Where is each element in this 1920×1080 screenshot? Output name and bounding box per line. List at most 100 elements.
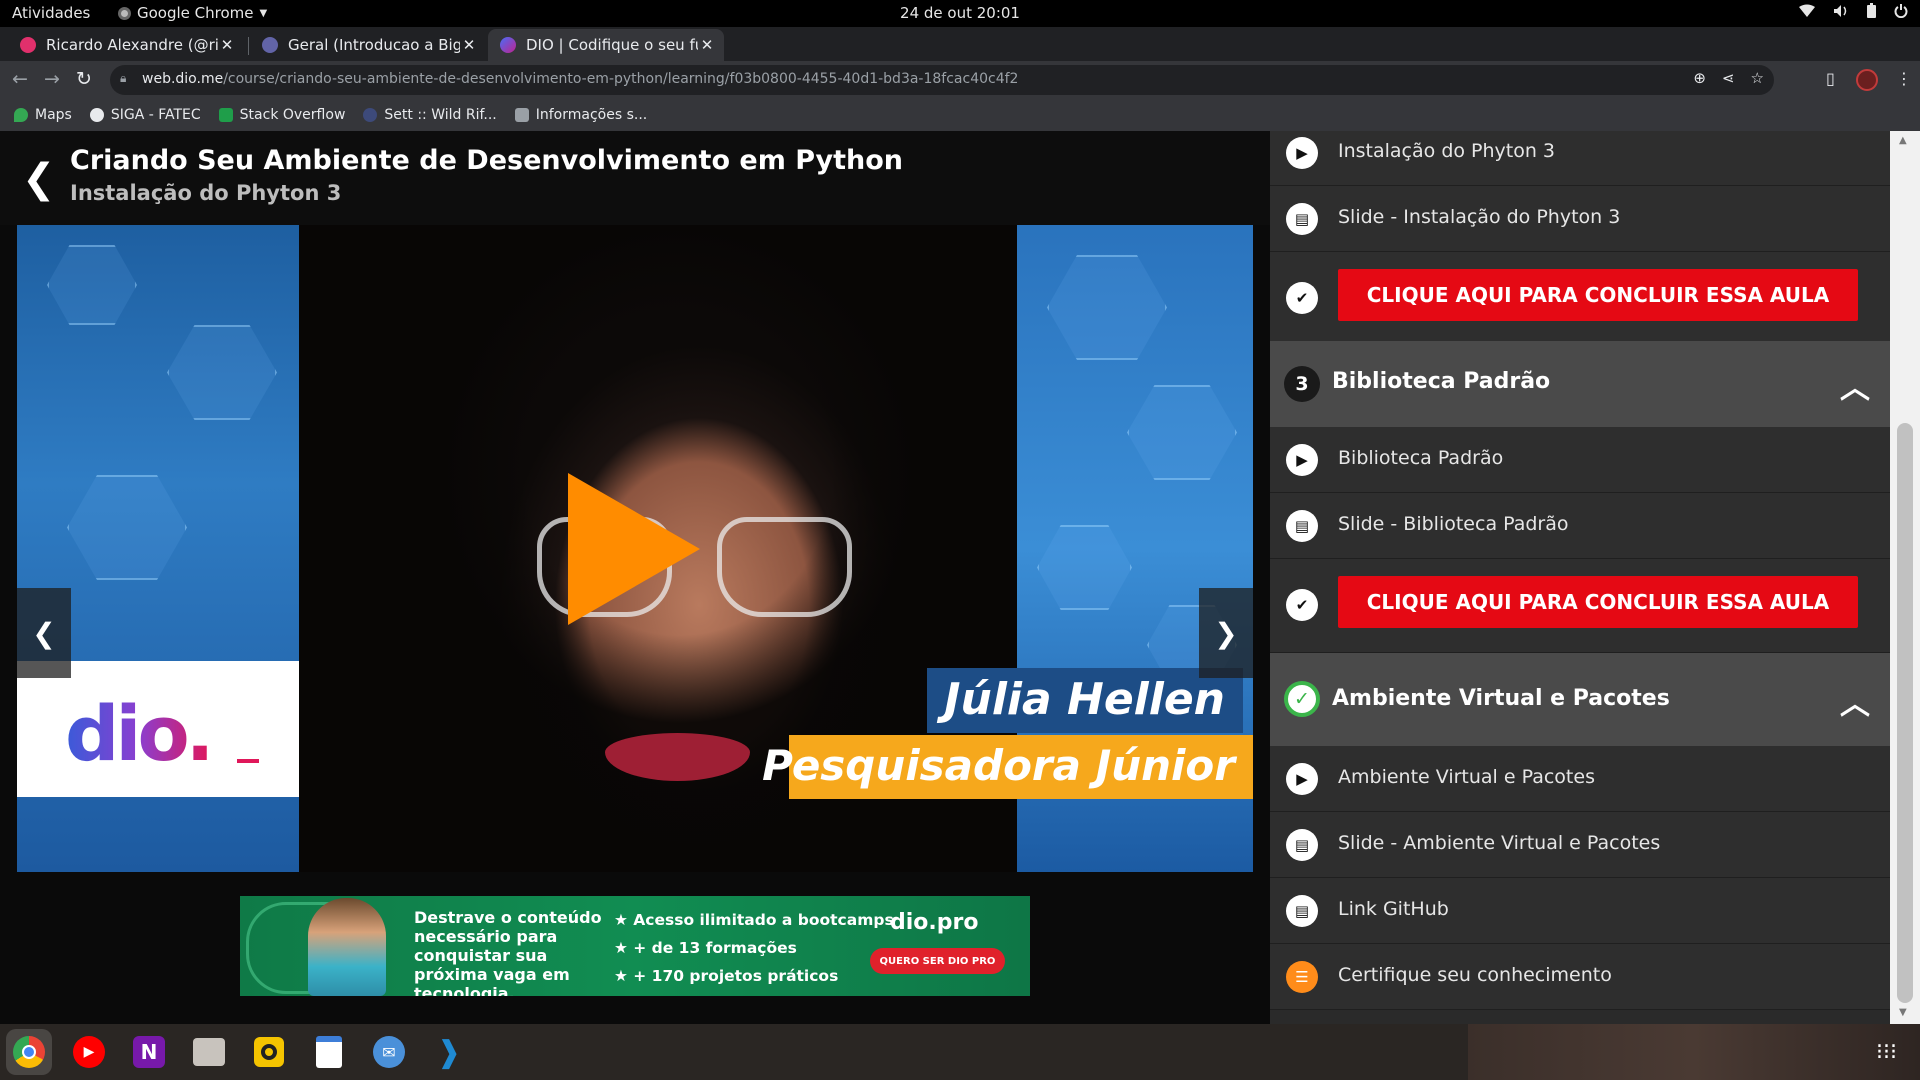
video-player[interactable]: dio. Júlia Hellen Pesquisadora Júnior bbox=[17, 225, 1253, 872]
app-menu[interactable]: Google Chrome ▼ bbox=[118, 4, 267, 22]
tab-instagram[interactable]: Ricardo Alexandre (@rica ✕ bbox=[8, 29, 244, 61]
play-circle-icon: ▶ bbox=[1286, 763, 1318, 795]
lesson-item[interactable]: ▤ Link GitHub bbox=[1270, 878, 1890, 944]
play-icon[interactable] bbox=[568, 473, 700, 625]
document-icon: ▤ bbox=[1286, 895, 1318, 927]
presenter-role: Pesquisadora Júnior bbox=[762, 741, 1235, 790]
section-title: Biblioteca Padrão bbox=[1332, 369, 1551, 394]
dio-pro-cta-button[interactable]: QUERO SER DIO PRO bbox=[870, 948, 1005, 974]
lesson-pane: ❮ Criando Seu Ambiente de Desenvolviment… bbox=[0, 131, 1270, 1024]
lesson-item[interactable]: ▶ Biblioteca Padrão bbox=[1270, 427, 1890, 493]
taskbar-dock: ▶ N ✉ ❱ ⁝⁝⁝ bbox=[0, 1024, 1920, 1080]
show-applications-icon[interactable]: ⁝⁝⁝ bbox=[1876, 1040, 1897, 1065]
vscode-dock-icon[interactable]: ❱ bbox=[426, 1029, 472, 1075]
lesson-item[interactable]: ☰ Certifique seu conhecimento bbox=[1270, 944, 1890, 1010]
bookmark-star-icon[interactable]: ☆ bbox=[1751, 69, 1764, 87]
scroll-down-arrow-icon[interactable]: ▼ bbox=[1899, 1007, 1907, 1018]
app-menu-label: Google Chrome bbox=[137, 4, 254, 22]
instagram-icon bbox=[20, 37, 36, 53]
play-circle-icon: ▶ bbox=[1286, 444, 1318, 476]
bookmark-maps[interactable]: Maps bbox=[14, 107, 72, 123]
logo-cursor bbox=[237, 759, 259, 763]
bookmarks-bar: Maps SIGA - FATEC Stack Overflow Sett ::… bbox=[0, 99, 1920, 131]
dio-icon bbox=[500, 37, 516, 53]
lesson-item[interactable]: ▶ Instalação do Phyton 3 bbox=[1270, 131, 1890, 186]
quiz-list-icon: ☰ bbox=[1286, 961, 1318, 993]
onenote-dock-icon[interactable]: N bbox=[126, 1029, 172, 1075]
completed-check-icon: ✓ bbox=[1284, 681, 1320, 717]
chevron-up-icon[interactable]: ︿ bbox=[1840, 363, 1870, 407]
lock-icon[interactable]: 🔒︎ bbox=[120, 71, 126, 86]
section-biblioteca-padrao[interactable]: 3 Biblioteca Padrão ︿ bbox=[1270, 341, 1890, 427]
stack-overflow-icon bbox=[218, 108, 233, 122]
check-circle-icon: ✔ bbox=[1286, 589, 1318, 621]
document-icon: ▤ bbox=[1286, 203, 1318, 235]
lesson-subtitle: Instalação do Phyton 3 bbox=[70, 181, 342, 205]
lesson-item[interactable]: ▤ Slide - Biblioteca Padrão bbox=[1270, 493, 1890, 559]
glasses-lens-right bbox=[717, 517, 852, 617]
close-icon[interactable]: ✕ bbox=[218, 36, 236, 54]
zoom-icon[interactable]: ⊕ bbox=[1693, 69, 1706, 87]
volume-icon bbox=[1833, 4, 1849, 22]
menu-kebab-icon[interactable]: ⋮ bbox=[1896, 69, 1912, 88]
desktop-wallpaper bbox=[1468, 1024, 1920, 1080]
course-sidebar: ▶ Instalação do Phyton 3 ▤ Slide - Insta… bbox=[1270, 131, 1890, 1024]
bookmark-sett[interactable]: Sett :: Wild Rif... bbox=[363, 107, 497, 123]
forward-button[interactable]: → bbox=[44, 68, 60, 90]
dio-logo-card: dio. bbox=[17, 661, 299, 797]
complete-lesson-button[interactable]: CLIQUE AQUI PARA CONCLUIR ESSA AULA bbox=[1338, 269, 1858, 321]
bookmark-folder-info[interactable]: Informações s... bbox=[514, 107, 647, 123]
side-panel-icon[interactable]: ▯ bbox=[1826, 69, 1835, 88]
system-tray[interactable] bbox=[1799, 3, 1908, 22]
lesson-header: ❮ Criando Seu Ambiente de Desenvolviment… bbox=[0, 131, 1270, 225]
tab-title: Ricardo Alexandre (@rica bbox=[46, 36, 218, 54]
section-ambiente-virtual[interactable]: ✓ Ambiente Virtual e Pacotes ︿ bbox=[1270, 653, 1890, 746]
presenter-role-plate: Pesquisadora Júnior bbox=[762, 735, 1253, 799]
close-icon[interactable]: ✕ bbox=[698, 36, 716, 54]
folder-icon bbox=[514, 108, 529, 122]
close-icon[interactable]: ✕ bbox=[460, 36, 478, 54]
banner-benefits: ★ Acesso ilimitado a bootcamps ★ + de 13… bbox=[614, 906, 894, 990]
activities-button[interactable]: Atividades bbox=[12, 4, 90, 22]
youtube-music-dock-icon[interactable]: ▶ bbox=[66, 1029, 112, 1075]
presenter-name-plate: Júlia Hellen bbox=[927, 668, 1243, 733]
chevron-up-icon[interactable]: ︿ bbox=[1840, 679, 1870, 723]
scroll-up-arrow-icon[interactable]: ▲ bbox=[1899, 135, 1907, 146]
lesson-item[interactable]: ▶ Ambiente Virtual e Pacotes bbox=[1270, 746, 1890, 812]
share-icon[interactable]: ⋖ bbox=[1722, 69, 1735, 87]
complete-lesson-button[interactable]: CLIQUE AQUI PARA CONCLUIR ESSA AULA bbox=[1338, 576, 1858, 628]
back-arrow-icon[interactable]: ❮ bbox=[22, 156, 56, 202]
page-scrollbar[interactable]: ▲ ▼ bbox=[1890, 131, 1920, 1024]
bookmark-siga[interactable]: SIGA - FATEC bbox=[89, 107, 201, 123]
banner-text: Destrave o conteúdo necessário para conq… bbox=[414, 908, 602, 996]
profile-avatar[interactable] bbox=[1856, 69, 1878, 91]
section-number: 3 bbox=[1284, 366, 1320, 402]
back-button[interactable]: ← bbox=[12, 68, 28, 90]
wifi-icon bbox=[1799, 4, 1815, 22]
mail-dock-icon[interactable]: ✉ bbox=[366, 1029, 412, 1075]
url-text: web.dio.me/course/criando-seu-ambiente-d… bbox=[142, 71, 1019, 87]
bookmark-stack-overflow[interactable]: Stack Overflow bbox=[218, 107, 345, 123]
star-icon: ★ bbox=[614, 911, 634, 929]
lesson-item[interactable]: ▤ Slide - Ambiente Virtual e Pacotes bbox=[1270, 812, 1890, 878]
dio-pro-banner[interactable]: Destrave o conteúdo necessário para conq… bbox=[240, 896, 1030, 996]
address-bar[interactable]: 🔒︎ web.dio.me/course/criando-seu-ambient… bbox=[110, 65, 1774, 95]
complete-lesson-row: ✔ CLIQUE AQUI PARA CONCLUIR ESSA AULA bbox=[1270, 252, 1890, 346]
next-lesson-arrow-icon[interactable]: ❯ bbox=[1199, 588, 1253, 678]
text-editor-dock-icon[interactable] bbox=[306, 1029, 352, 1075]
tab-dio[interactable]: DIO | Codifique o seu futu ✕ bbox=[488, 29, 724, 61]
rhythmbox-dock-icon[interactable] bbox=[246, 1029, 292, 1075]
star-icon: ★ bbox=[614, 967, 634, 985]
scrollbar-thumb[interactable] bbox=[1897, 423, 1913, 1003]
lesson-item[interactable]: ▤ Slide - Instalação do Phyton 3 bbox=[1270, 186, 1890, 252]
course-title: Criando Seu Ambiente de Desenvolvimento … bbox=[70, 145, 904, 176]
files-dock-icon[interactable] bbox=[186, 1029, 232, 1075]
reload-button[interactable]: ↻ bbox=[76, 68, 92, 90]
caret-down-icon: ▼ bbox=[259, 7, 268, 19]
tab-teams[interactable]: Geral (Introducao a Big D ✕ bbox=[250, 29, 486, 61]
previous-lesson-arrow-icon[interactable]: ❮ bbox=[17, 588, 71, 678]
chrome-dock-icon[interactable] bbox=[6, 1029, 52, 1075]
sett-icon bbox=[363, 108, 378, 122]
play-circle-icon: ▶ bbox=[1286, 137, 1318, 169]
clock[interactable]: 24 de out 20:01 bbox=[900, 4, 1020, 22]
